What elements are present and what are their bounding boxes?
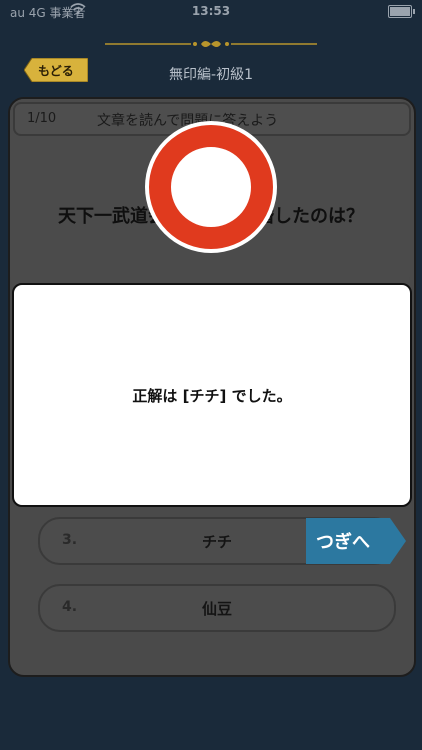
answer-option-4[interactable]: 4. 仙豆	[38, 584, 396, 632]
page-title: 無印編-初級1	[169, 67, 253, 83]
question-number: 1/10	[27, 111, 57, 126]
correct-circle-icon	[143, 119, 279, 255]
ornament-divider	[105, 36, 317, 52]
status-time: 13:53	[191, 4, 231, 18]
battery-icon	[388, 5, 415, 18]
status-bar: au 4G 事業者 13:53	[0, 0, 422, 24]
answer-text: 仙豆	[201, 600, 232, 618]
next-button[interactable]: つぎへ	[306, 518, 406, 564]
result-message: 正解は [チチ] でした。	[132, 387, 292, 405]
next-button-label: つぎへ	[316, 532, 370, 553]
result-modal: 正解は [チチ] でした。	[12, 283, 412, 507]
